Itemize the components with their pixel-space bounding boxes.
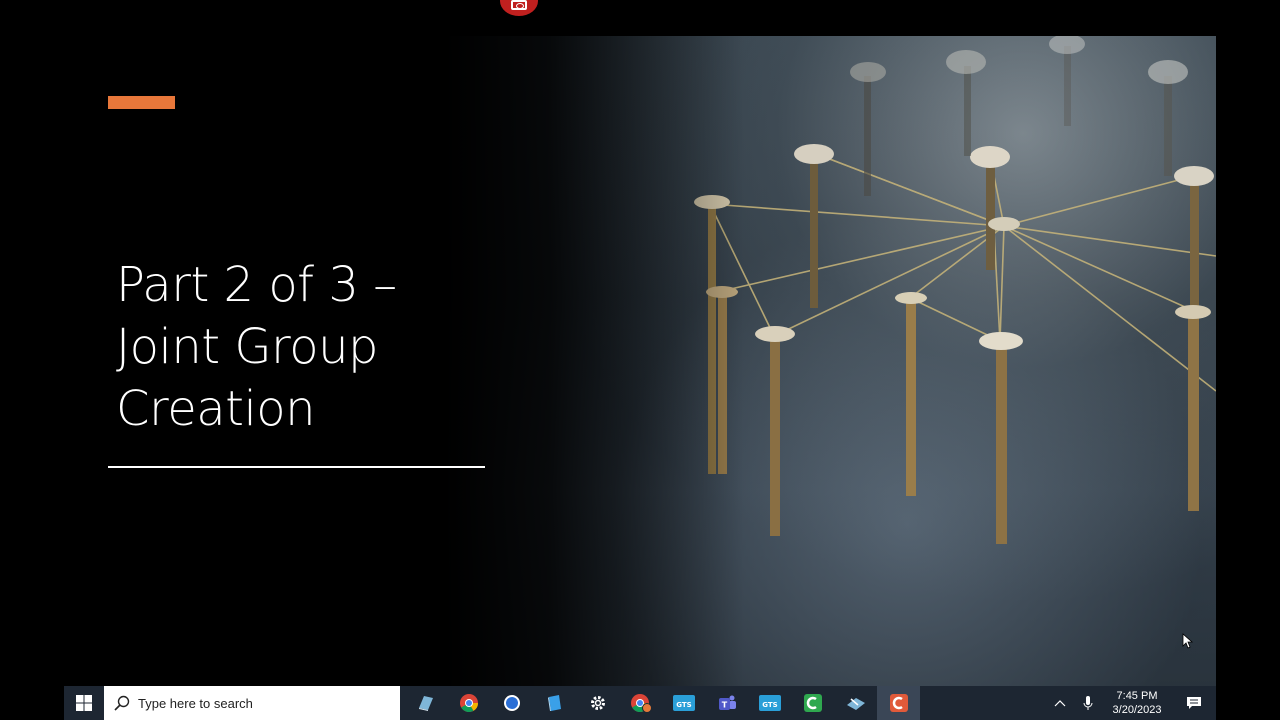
taskbar-app-teams[interactable]: T [705, 686, 748, 720]
taskbar-apps: GTS T GTS [404, 686, 920, 720]
taskbar-app-camtasia[interactable] [791, 686, 834, 720]
taskbar-app-chat[interactable] [490, 686, 533, 720]
chat-bubble-icon [503, 695, 520, 711]
chrome-icon [459, 694, 478, 713]
gts-app-icon-2: GTS [758, 695, 781, 711]
show-hidden-icons-button[interactable] [1046, 686, 1074, 720]
taskbar-app-gts[interactable]: GTS [662, 686, 705, 720]
accent-bar [108, 96, 175, 109]
taskbar-search-box[interactable]: Type here to search [104, 686, 400, 720]
svg-text:GTS: GTS [676, 701, 691, 709]
notification-center-button[interactable] [1172, 686, 1216, 720]
taskbar-app-blue-book[interactable] [404, 686, 447, 720]
chevron-up-icon [1054, 700, 1066, 707]
slide-title-line-3: Creation [116, 381, 316, 437]
svg-text:T: T [721, 701, 727, 710]
slide-title: Part 2 of 3 – Joint Group Creation [116, 254, 476, 440]
chrome-profile-icon [630, 694, 652, 713]
camera-icon [511, 0, 527, 10]
title-underline [108, 466, 485, 468]
blue-cube-icon [547, 695, 561, 711]
presentation-slide: Part 2 of 3 – Joint Group Creation [64, 36, 1216, 686]
slide-title-line-2: Joint Group [116, 319, 379, 375]
recording-indicator[interactable] [500, 0, 538, 16]
taskbar-app-pen-tablet[interactable] [834, 686, 877, 720]
search-icon [114, 695, 130, 711]
svg-text:GTS: GTS [762, 701, 777, 709]
start-button[interactable] [64, 686, 104, 720]
pen-tablet-icon [846, 698, 865, 710]
camtasia-recorder-icon [889, 694, 908, 712]
taskbar-clock[interactable]: 7:45 PM 3/20/2023 [1102, 686, 1172, 720]
gts-app-icon: GTS [672, 695, 695, 711]
taskbar-app-gts-2[interactable]: GTS [748, 686, 791, 720]
mouse-cursor-icon [1182, 633, 1194, 649]
clock-time: 7:45 PM [1116, 690, 1158, 702]
taskbar-app-camtasia-recorder[interactable] [877, 686, 920, 720]
windows-logo-icon [76, 695, 92, 711]
settings-gear-icon [590, 696, 605, 710]
notification-icon [1187, 697, 1201, 709]
photo-fade [444, 36, 744, 686]
slide-title-line-1: Part 2 of 3 – [116, 257, 397, 313]
taskbar-app-cube[interactable] [533, 686, 576, 720]
windows-taskbar: Type here to search GTS T GTS 7:45 PM 3/… [64, 686, 1216, 720]
nails [694, 36, 1214, 544]
app-icon-blue-book [418, 696, 433, 711]
teams-icon: T [718, 695, 736, 710]
taskbar-app-chrome-profile[interactable] [619, 686, 662, 720]
microphone-icon [1083, 696, 1093, 710]
taskbar-app-chrome[interactable] [447, 686, 490, 720]
taskbar-app-settings[interactable] [576, 686, 619, 720]
system-tray: 7:45 PM 3/20/2023 [1046, 686, 1216, 720]
clock-date: 3/20/2023 [1112, 704, 1162, 716]
camtasia-green-icon [803, 694, 822, 712]
microphone-tray-button[interactable] [1074, 686, 1102, 720]
search-placeholder: Type here to search [138, 695, 253, 711]
